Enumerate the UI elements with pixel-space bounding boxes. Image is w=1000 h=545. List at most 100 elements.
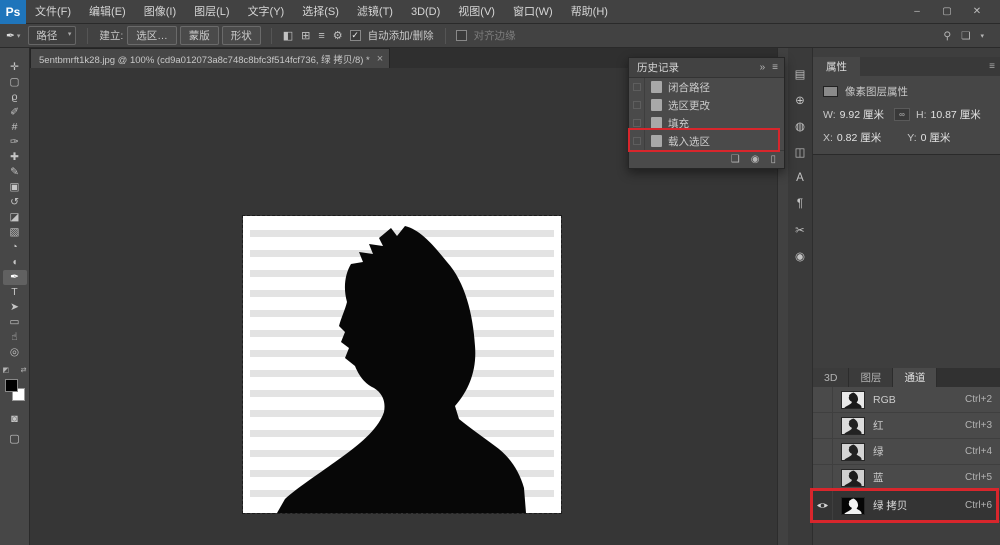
gear-icon[interactable]: ⚙	[333, 29, 343, 42]
character-panel-icon[interactable]: A	[790, 168, 810, 187]
foreground-color-swatch[interactable]	[5, 379, 18, 392]
channel-row-blue[interactable]: 蓝 Ctrl+5	[813, 465, 1000, 491]
notes-panel-icon[interactable]: ✂	[790, 220, 810, 239]
clone-stamp-tool[interactable]: ▣	[3, 180, 27, 195]
chevron-down-icon[interactable]: ▾	[980, 32, 984, 40]
tab-properties[interactable]: 属性	[813, 57, 860, 76]
menu-filter[interactable]: 滤镜(T)	[348, 0, 402, 24]
quick-selection-tool[interactable]: ✐	[3, 105, 27, 120]
history-source-checkbox[interactable]	[629, 114, 645, 132]
align-edges-checkbox[interactable]	[456, 30, 467, 41]
history-brush-tool[interactable]: ↺	[3, 195, 27, 210]
blur-tool[interactable]: ◔	[3, 240, 27, 255]
menu-edit[interactable]: 编辑(E)	[80, 0, 135, 24]
history-source-checkbox[interactable]	[629, 132, 645, 150]
swap-colors-icon[interactable]: ⇄	[21, 366, 27, 374]
menu-layer[interactable]: 图层(L)	[185, 0, 238, 24]
screen-mode-icon[interactable]: ▢	[9, 432, 19, 445]
channel-row-red[interactable]: 红 Ctrl+3	[813, 413, 1000, 439]
height-value[interactable]: 10.87 厘米	[931, 107, 981, 122]
quick-mask-icon[interactable]: ◙	[11, 413, 18, 425]
tab-layers[interactable]: 图层	[849, 368, 893, 387]
history-source-checkbox[interactable]	[629, 78, 645, 96]
swatches-panel-icon[interactable]: ▤	[790, 64, 810, 83]
history-item-icon	[651, 81, 662, 93]
rect-marquee-tool[interactable]: ▢	[3, 75, 27, 90]
new-document-from-state-icon[interactable]: ❑	[731, 154, 740, 165]
type-tool[interactable]: T	[3, 285, 27, 300]
hand-tool[interactable]: ☝	[3, 330, 27, 345]
collapse-panel-icon[interactable]: »	[760, 62, 766, 73]
make-selection-button[interactable]: 选区…	[127, 26, 177, 45]
menu-select[interactable]: 选择(S)	[293, 0, 348, 24]
panel-menu-icon[interactable]: ≡	[989, 61, 995, 72]
rectangle-tool[interactable]: ▭	[3, 315, 27, 330]
document-tab[interactable]: 5entbmrft1k28.jpg @ 100% (cd9a012073a8c7…	[30, 48, 390, 68]
visibility-toggle[interactable]	[813, 491, 833, 520]
photoshop-logo[interactable]: Ps	[0, 0, 26, 24]
channel-row-green-copy[interactable]: 绿 拷贝 Ctrl+6	[813, 491, 1000, 521]
visibility-toggle[interactable]	[813, 439, 833, 464]
history-item-selection-change[interactable]: 选区更改	[629, 96, 784, 114]
clone-source-panel-icon[interactable]: ⊕	[790, 90, 810, 109]
photoshop-window: Ps 文件(F) 编辑(E) 图像(I) 图层(L) 文字(Y) 选择(S) 滤…	[0, 0, 1000, 545]
make-shape-button[interactable]: 形状	[222, 26, 261, 45]
tab-3d[interactable]: 3D	[813, 368, 849, 387]
dodge-tool[interactable]: ◖	[3, 255, 27, 270]
visibility-toggle[interactable]	[813, 413, 833, 438]
path-alignment-icon[interactable]: ⊞	[301, 29, 310, 42]
minimize-icon[interactable]: –	[902, 0, 932, 24]
delete-state-icon[interactable]: ▯	[770, 154, 776, 165]
visibility-toggle[interactable]	[813, 465, 833, 490]
x-value[interactable]: 0.82 厘米	[837, 130, 881, 145]
zoom-tool[interactable]: ◎	[3, 345, 27, 360]
menu-3d[interactable]: 3D(D)	[402, 0, 449, 24]
menu-type[interactable]: 文字(Y)	[239, 0, 294, 24]
visibility-toggle[interactable]	[813, 387, 833, 412]
brush-tool[interactable]: ✎	[3, 165, 27, 180]
menu-image[interactable]: 图像(I)	[135, 0, 185, 24]
menu-file[interactable]: 文件(F)	[26, 0, 80, 24]
search-icon[interactable]: ⚲	[943, 30, 951, 42]
healing-brush-tool[interactable]: ✚	[3, 150, 27, 165]
move-tool[interactable]: ✛	[3, 60, 27, 75]
menu-window[interactable]: 窗口(W)	[504, 0, 562, 24]
pen-tool-preset-icon[interactable]: ✒ ▾	[6, 30, 20, 42]
path-operations-icon[interactable]: ◧	[283, 29, 293, 42]
gradient-tool[interactable]: ▧	[3, 225, 27, 240]
workspace-switcher-icon[interactable]: ❏	[961, 30, 970, 42]
close-icon[interactable]: ✕	[962, 0, 992, 24]
adjustments-panel-icon[interactable]: ◍	[790, 116, 810, 135]
history-source-checkbox[interactable]	[629, 96, 645, 114]
history-item-close-path[interactable]: 闭合路径	[629, 78, 784, 96]
document-canvas[interactable]	[243, 216, 561, 513]
path-selection-tool[interactable]: ➤	[3, 300, 27, 315]
history-item-load-selection[interactable]: 载入选区	[629, 132, 784, 150]
pen-tool[interactable]: ✒	[3, 270, 27, 285]
auto-add-checkbox[interactable]: ✓	[350, 30, 361, 41]
make-mask-button[interactable]: 蒙版	[180, 26, 219, 45]
path-arrangement-icon[interactable]: ≡	[318, 30, 324, 42]
history-item-fill[interactable]: 填充	[629, 114, 784, 132]
eyedropper-tool[interactable]: ✑	[3, 135, 27, 150]
eraser-tool[interactable]: ◪	[3, 210, 27, 225]
tab-channels[interactable]: 通道	[893, 368, 937, 387]
y-value[interactable]: 0 厘米	[921, 130, 951, 145]
tool-mode-select[interactable]: 路径 ▾	[28, 26, 76, 45]
channel-row-rgb[interactable]: RGB Ctrl+2	[813, 387, 1000, 413]
menu-help[interactable]: 帮助(H)	[562, 0, 617, 24]
channel-row-green[interactable]: 绿 Ctrl+4	[813, 439, 1000, 465]
crop-tool[interactable]: #	[3, 120, 27, 135]
new-snapshot-icon[interactable]: ◉	[751, 154, 760, 165]
3d-panel-icon[interactable]: ◉	[790, 246, 810, 265]
width-value[interactable]: 9.92 厘米	[840, 107, 884, 122]
menu-view[interactable]: 视图(V)	[449, 0, 504, 24]
default-colors-icon[interactable]: ◩	[3, 366, 10, 374]
lasso-tool[interactable]: ϱ	[3, 90, 27, 105]
styles-panel-icon[interactable]: ◫	[790, 142, 810, 161]
link-dimensions-icon[interactable]: ∞	[894, 108, 910, 121]
maximize-icon[interactable]: ▢	[932, 0, 962, 24]
paragraph-panel-icon[interactable]: ¶	[790, 194, 810, 213]
panel-menu-icon[interactable]: ≡	[772, 62, 778, 73]
tab-close-icon[interactable]: ×	[377, 53, 383, 65]
